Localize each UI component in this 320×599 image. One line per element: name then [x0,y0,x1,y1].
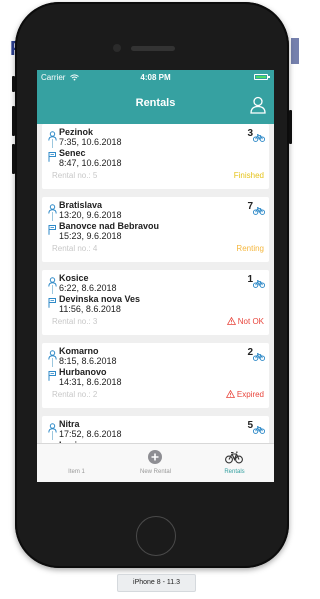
destination-city: Devinska nova Ves [59,294,141,304]
flag-icon [48,222,57,235]
plus-circle-icon [148,450,162,464]
rental-card[interactable]: Kosice 6:22, 8.6.2018 Devinska nova Ves 11:… [42,270,269,335]
origin-city: Komarno [59,346,99,356]
route-line [52,212,53,221]
volume-up-button [12,106,15,136]
tab-label: New Rental [139,469,171,475]
warning-icon [225,389,237,399]
battery-tip [268,76,270,78]
status-badge: Expired [225,389,264,399]
tab-label: Item 1 [68,469,85,475]
nav-bar: Rentals [37,86,274,124]
rental-number: Rental no.: 2 [52,390,98,399]
bicycle-icon [225,451,243,464]
person-icon [48,274,57,287]
origin-time: 8:15, 8.6.2018 [59,356,117,366]
status-bar: Carrier 4:08 PM [37,70,274,86]
origin-city: Bratislava [59,200,103,210]
rental-card[interactable]: Nitra17:52, 8.6.2018Levice5 [42,416,269,444]
origin-time: 17:52, 8.6.2018 [59,429,122,439]
destination-time: 11:56, 8.6.2018 [59,304,121,314]
mute-switch [12,76,15,92]
tab-item-1[interactable]: Item 1 [37,444,116,482]
rental-number: Rental no.: 5 [52,171,98,180]
rental-number: Rental no.: 4 [52,244,98,253]
origin-time: 13:20, 9.6.2018 [59,210,122,220]
person-icon [48,347,57,360]
rental-number: Rental no.: 3 [52,317,98,326]
route-line [52,139,53,148]
status-text: Renting [236,244,264,253]
status-text: Finished [233,171,264,180]
flag-icon [48,295,57,308]
origin-time: 7:35, 10.6.2018 [59,137,122,147]
origin-time: 6:22, 8.6.2018 [59,283,117,293]
rental-card[interactable]: Bratislava 13:20, 9.6.2018 Banovce nad Beb… [42,197,269,262]
rental-card[interactable]: Pezinok 7:35, 10.6.2018 Senec 8:47, 10.6.20… [42,124,269,189]
rental-card[interactable]: Komarno 8:15, 8.6.2018 Hurbanovo 14:31, 8.6… [42,343,269,408]
tab-new-rental[interactable]: New Rental [116,444,195,482]
origin-city: Pezinok [59,127,94,137]
person-icon [48,201,57,214]
app-screen: Carrier 4:08 PM Rentals Pezinok 7:35, 10.… [37,70,274,482]
destination-city: Senec [59,148,86,158]
rental-list[interactable]: Pezinok 7:35, 10.6.2018 Senec 8:47, 10.6.20… [37,124,274,444]
power-button [289,110,292,144]
destination-time: 8:47, 10.6.2018 [59,158,122,168]
origin-city: Kosice [59,273,89,283]
home-button[interactable] [136,516,176,556]
bicycle-icon [252,129,266,142]
tab-label: Rentals [224,469,245,475]
user-icon[interactable] [250,96,266,114]
front-camera [113,44,121,52]
destination-time: 14:31, 8.6.2018 [59,377,122,387]
flag-icon [48,149,57,162]
status-text: Expired [236,390,264,399]
status-badge: Renting [236,244,264,253]
flag-icon [48,368,57,381]
warning-icon [226,316,238,326]
route-line [52,358,53,367]
destination-time: 15:23, 9.6.2018 [59,231,122,241]
bicycle-icon [252,202,266,215]
route-line [52,431,53,440]
status-badge: Not OK [226,316,264,326]
bicycle-icon [252,275,266,288]
device-label: iPhone 8 - 11.3 [117,574,196,592]
tab-rentals[interactable]: Rentals [195,444,274,482]
status-text: Not OK [237,317,264,326]
route-line [52,285,53,294]
bicycle-icon [252,348,266,361]
person-icon [48,420,57,433]
bicycle-icon [252,421,266,434]
background-edge [291,38,299,64]
volume-down-button [12,144,15,174]
destination-city: Banovce nad Bebravou [59,221,160,231]
person-icon [48,128,57,141]
clock: 4:08 PM [140,73,171,82]
destination-city: Hurbanovo [59,367,107,377]
tab-bar: Item 1 New Rental Rentals [37,443,274,482]
status-badge: Finished [234,171,264,180]
earpiece-speaker [131,46,175,51]
battery-icon [254,74,268,80]
origin-city: Nitra [59,419,80,429]
nav-title: Rentals [135,97,176,109]
